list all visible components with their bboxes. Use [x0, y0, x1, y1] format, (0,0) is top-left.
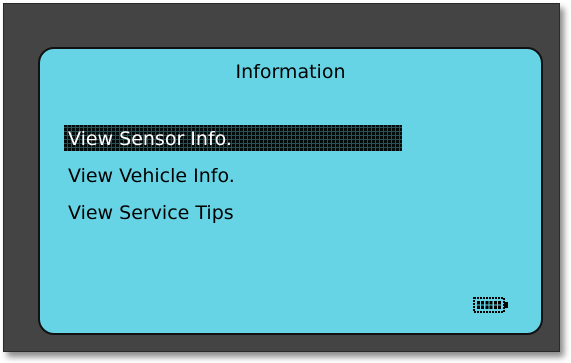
menu-list: View Sensor Info. View Vehicle Info. Vie…	[64, 121, 402, 232]
battery-full-icon	[473, 297, 508, 313]
menu-item-view-service-tips[interactable]: View Service Tips	[64, 195, 235, 232]
menu-item-label: View Sensor Info.	[68, 128, 232, 150]
menu-item-view-sensor-info[interactable]: View Sensor Info.	[64, 121, 402, 158]
menu-item-view-vehicle-info[interactable]: View Vehicle Info.	[64, 158, 235, 195]
device-bezel: Information View Sensor Info. View Vehic…	[3, 3, 560, 352]
lcd-screen: Information View Sensor Info. View Vehic…	[38, 47, 543, 335]
screen-title: Information	[235, 61, 346, 83]
menu-item-label: View Vehicle Info.	[68, 165, 235, 187]
menu-item-label: View Service Tips	[68, 202, 234, 224]
